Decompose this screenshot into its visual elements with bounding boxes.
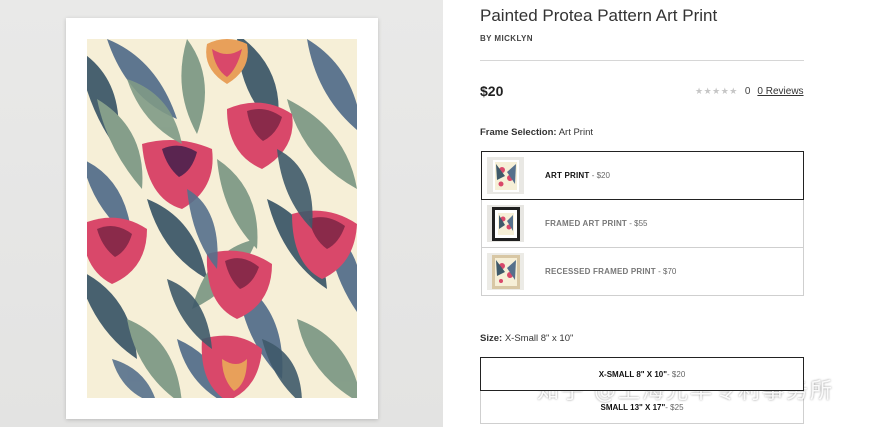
review-count: 0 <box>744 86 751 97</box>
protea-artwork-image[interactable] <box>87 39 357 398</box>
framed-print-thumbnail <box>487 205 524 242</box>
size-value: X-Small 8" x 10" <box>504 333 574 344</box>
frame-selection-value: Art Print <box>558 127 593 138</box>
size-label: Size: X-Small 8" x 10" <box>480 333 573 344</box>
frame-option-name: RECESSED FRAMED PRINT <box>545 267 656 276</box>
frame-option-price: - $70 <box>655 267 677 276</box>
star-rating-icon: ★★★★★ <box>695 86 738 96</box>
reviews-link[interactable]: 0 Reviews <box>757 86 803 97</box>
frame-options-list: ART PRINT - $20 FRAMED ART PRINT - $55 R… <box>481 151 804 296</box>
frame-option-name: FRAMED ART PRINT <box>545 219 628 228</box>
frame-option-recessed-framed-print[interactable]: RECESSED FRAMED PRINT - $70 <box>481 247 804 296</box>
artist-link[interactable]: MICKLYN <box>494 34 533 43</box>
frame-option-price: - $20 <box>589 171 610 180</box>
art-print-thumbnail <box>487 157 524 194</box>
artist-byline: BY MICKLYN <box>480 34 533 43</box>
size-heading: Size: <box>480 333 503 344</box>
rating-summary: ★★★★★ 0 0 Reviews <box>695 86 804 97</box>
frame-option-price: - $55 <box>627 219 648 228</box>
frame-selection-label: Frame Selection: Art Print <box>480 127 593 138</box>
title-divider <box>480 60 804 61</box>
frame-option-name: ART PRINT <box>545 171 590 180</box>
frame-option-art-print[interactable]: ART PRINT - $20 <box>481 151 804 200</box>
byline-prefix: BY <box>480 34 492 43</box>
product-title: Painted Protea Pattern Art Print <box>480 6 718 25</box>
recessed-frame-thumbnail <box>487 253 524 290</box>
size-option-x-small[interactable]: X-SMALL 8" X 10" - $20 <box>480 357 804 391</box>
frame-option-framed-art-print[interactable]: FRAMED ART PRINT - $55 <box>481 199 804 248</box>
art-print-paper <box>66 18 378 419</box>
product-price: $20 <box>480 83 504 99</box>
frame-selection-heading: Frame Selection: <box>480 127 557 138</box>
size-option-price: - $20 <box>667 369 686 379</box>
artwork-preview-pane <box>0 0 443 427</box>
size-option-name: X-SMALL 8" X 10" <box>598 369 668 379</box>
